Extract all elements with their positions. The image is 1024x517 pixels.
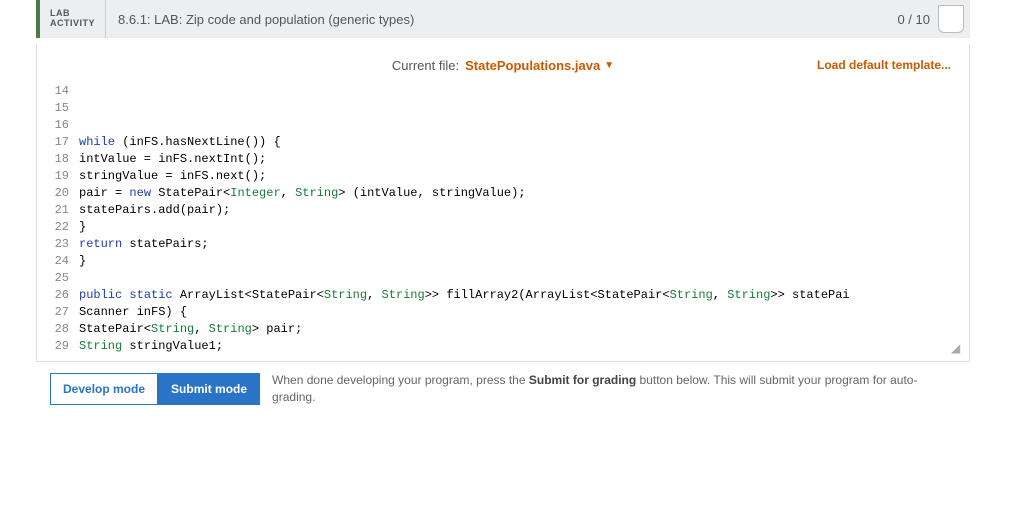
develop-mode-button[interactable]: Develop mode xyxy=(50,373,158,405)
footer-text-bold: Submit for grading xyxy=(529,373,636,387)
code-editor[interactable]: 14 15 16 17 18 19 20 21 22 23 24 25 26 2… xyxy=(43,83,963,355)
activity-type-label: LAB ACTIVITY xyxy=(40,0,106,38)
line-number-gutter: 14 15 16 17 18 19 20 21 22 23 24 25 26 2… xyxy=(43,83,73,355)
code-panel: Current file: StatePopulations.java ▼ Lo… xyxy=(36,44,970,362)
load-default-template-link[interactable]: Load default template... xyxy=(817,58,951,72)
footer-instructions: When done developing your program, press… xyxy=(272,372,956,406)
activity-label-line2: ACTIVITY xyxy=(50,19,95,29)
score-badge-icon xyxy=(938,5,964,33)
footer-row: Develop mode Submit mode When done devel… xyxy=(36,362,970,424)
code-content[interactable]: while (inFS.hasNextLine()) { intValue = … xyxy=(79,134,963,355)
resize-handle-icon[interactable]: ◢ xyxy=(951,343,961,353)
current-file-label: Current file: xyxy=(392,58,459,73)
activity-title: 8.6.1: LAB: Zip code and population (gen… xyxy=(106,0,897,38)
mode-toggle: Develop mode Submit mode xyxy=(50,373,260,405)
caret-down-icon[interactable]: ▼ xyxy=(604,60,614,71)
lab-header: LAB ACTIVITY 8.6.1: LAB: Zip code and po… xyxy=(36,0,970,38)
score-display: 0 / 10 xyxy=(897,0,970,38)
current-file-name[interactable]: StatePopulations.java xyxy=(465,58,600,73)
score-text: 0 / 10 xyxy=(897,12,930,27)
file-selector-row: Current file: StatePopulations.java ▼ Lo… xyxy=(37,44,969,83)
footer-text-pre: When done developing your program, press… xyxy=(272,373,529,387)
submit-mode-button[interactable]: Submit mode xyxy=(158,373,260,405)
